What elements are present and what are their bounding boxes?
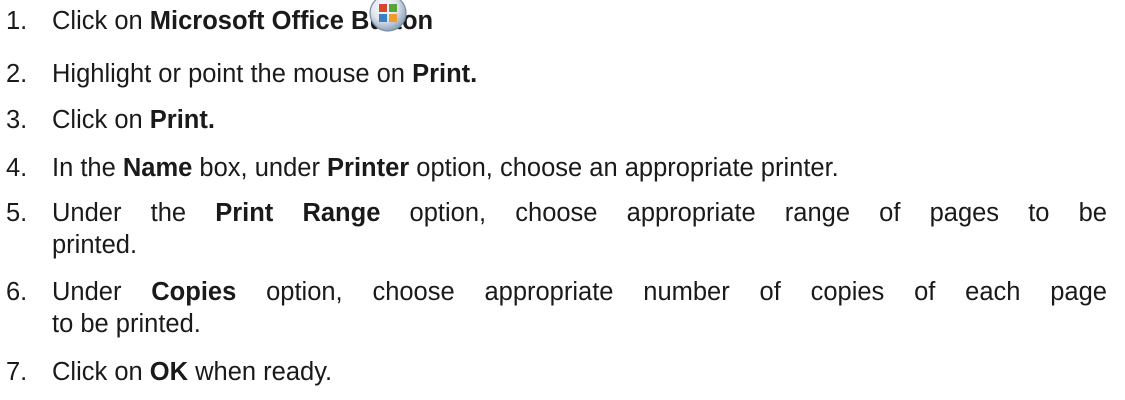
step-text-plain: In the — [52, 154, 123, 182]
step-text: Click on OK when ready. — [52, 356, 332, 388]
step-text-bold: Print. — [412, 60, 478, 88]
step-text-bold: Printer — [327, 154, 410, 182]
step-text-bold: Print Range — [215, 199, 381, 227]
step-text-plain: box, under — [192, 154, 328, 182]
step-number: 6. — [6, 278, 28, 306]
step-text-plain: Under — [52, 278, 152, 306]
microsoft-office-button-icon — [368, 0, 408, 33]
step-number: 3. — [6, 106, 28, 134]
step-number: 5. — [6, 199, 28, 227]
step-text: In the Name box, under Printer option, c… — [52, 152, 839, 184]
step-text-plain: Click on — [52, 358, 150, 386]
step-text-plain: when ready. — [188, 358, 333, 386]
step-text-plain: Click on — [52, 106, 150, 134]
step-text-plain: Highlight or point the mouse on — [52, 60, 413, 88]
step-text-continuation: to be printed. — [52, 310, 201, 338]
step-text-bold: Copies — [151, 278, 237, 306]
step-text-plain: option, choose appropriate range of page… — [380, 199, 1107, 227]
step-text-plain: Click on — [52, 7, 150, 35]
step-number: 2. — [6, 60, 28, 88]
step-text-bold: Name — [122, 154, 193, 182]
step-text: Under Copies option, choose appropriate … — [52, 276, 1107, 308]
step-text-bold: Print. — [149, 106, 215, 134]
step-number: 1. — [6, 7, 28, 35]
step-number: 7. — [6, 358, 28, 386]
instruction-list: 1. Click on Microsoft Office Button 2. H… — [0, 0, 1125, 400]
step-text-plain: option, choose an appropriate printer. — [409, 154, 839, 182]
step-text: Under the Print Range option, choose app… — [52, 197, 1107, 229]
step-text: Click on Print. — [52, 104, 215, 136]
step-text-plain: option, choose appropriate number of cop… — [236, 278, 1107, 306]
step-text-plain: Under the — [52, 199, 216, 227]
step-text: Highlight or point the mouse on Print. — [52, 58, 477, 90]
step-number: 4. — [6, 154, 28, 182]
step-text-continuation: printed. — [52, 231, 138, 259]
step-text-bold: OK — [149, 358, 189, 386]
